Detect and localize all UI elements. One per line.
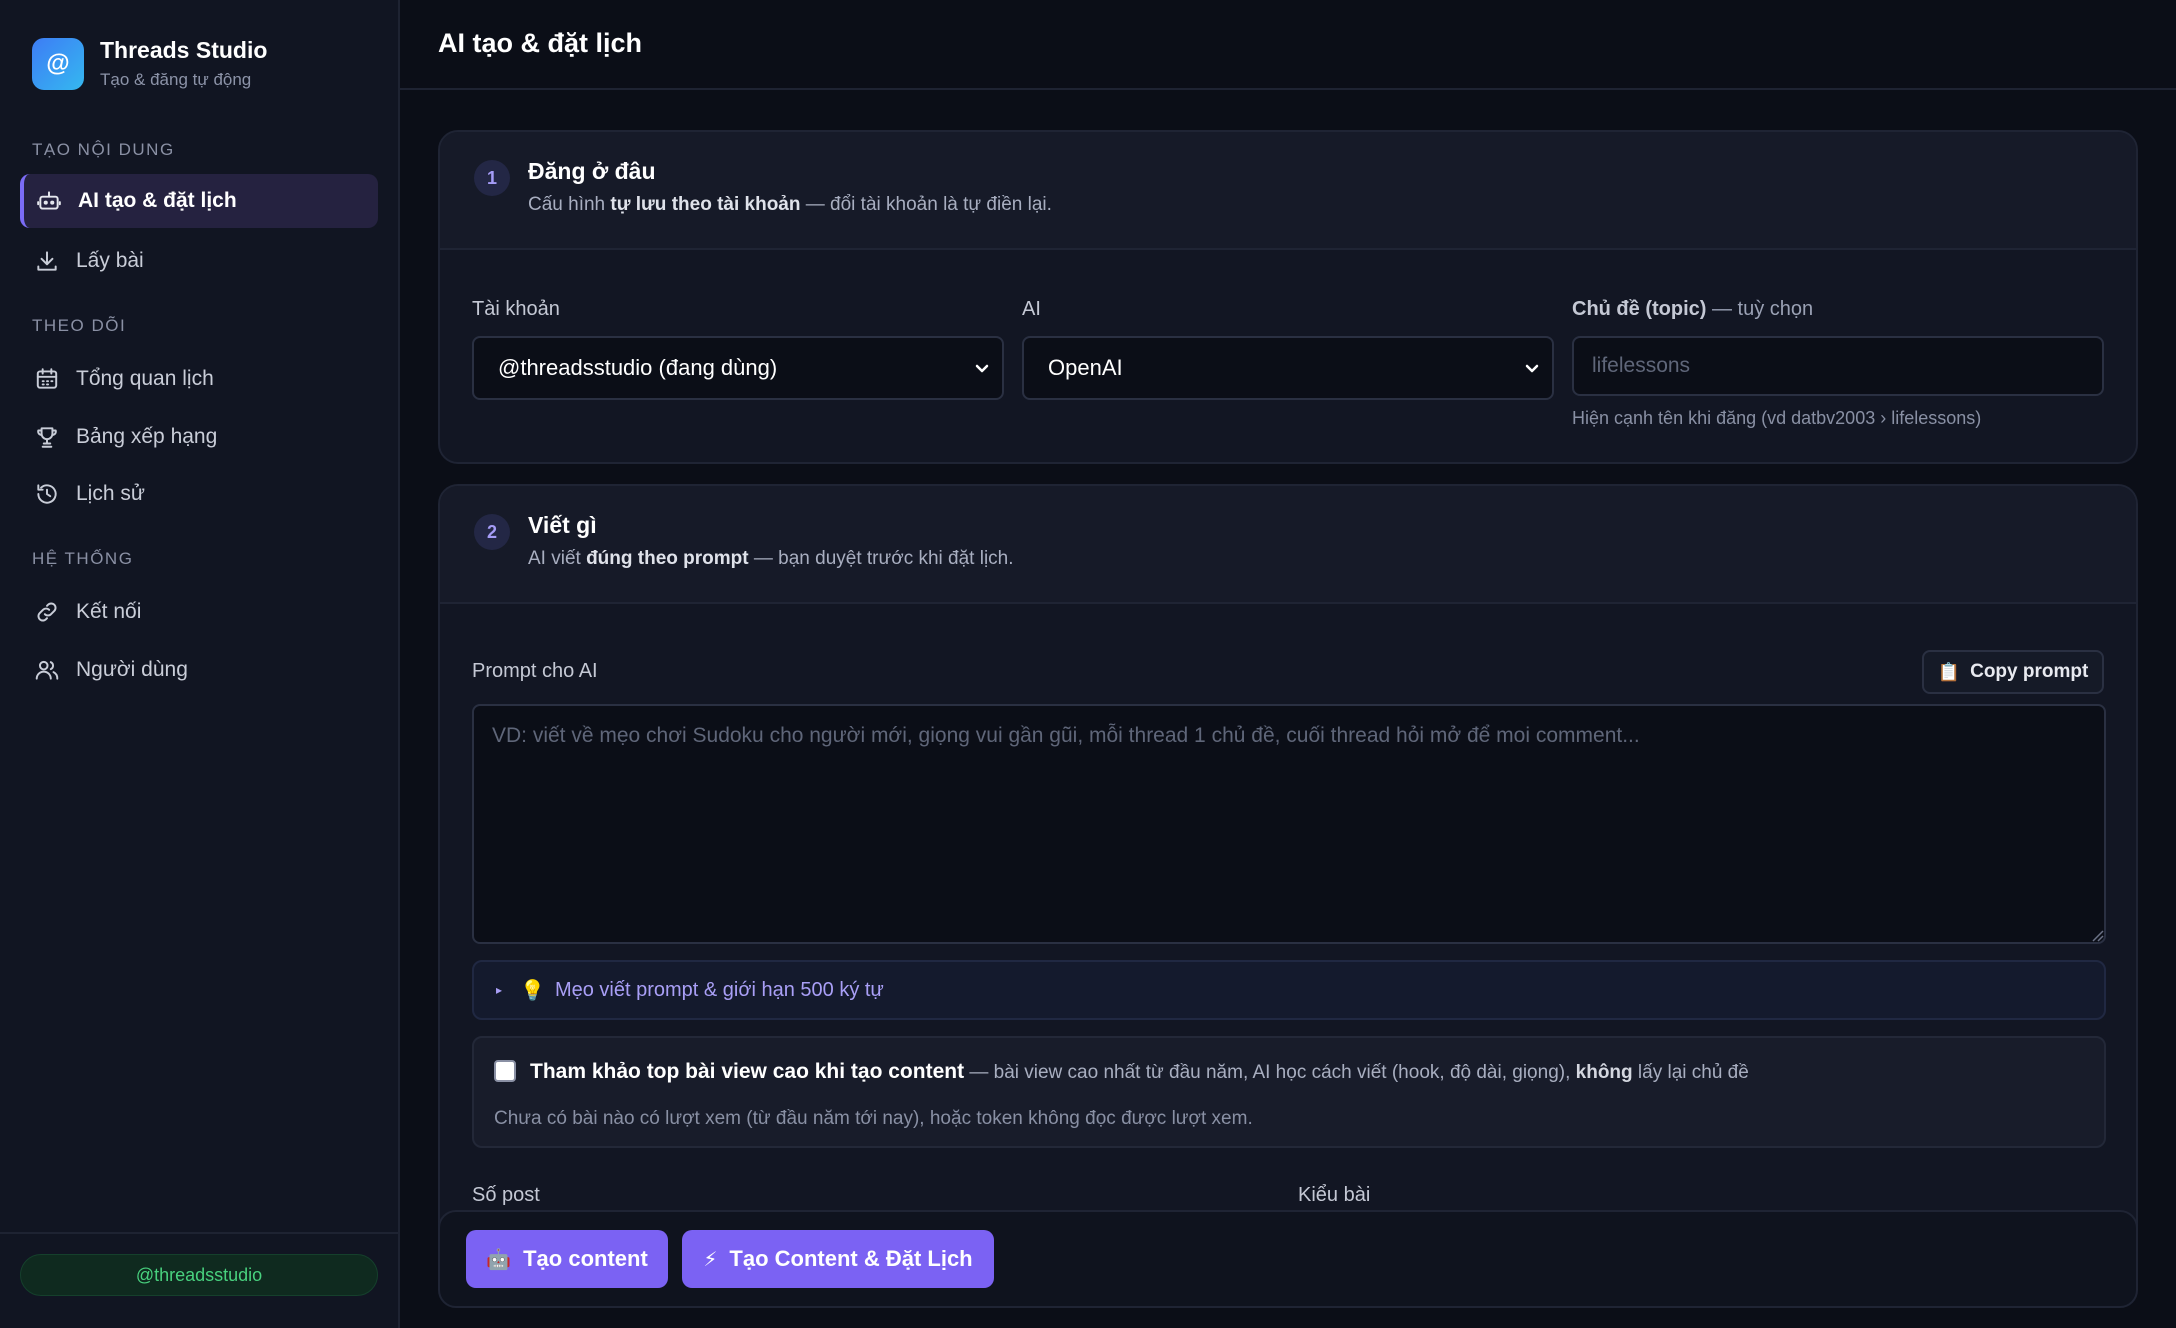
sidebar-item-label: Tổng quan lịch <box>76 367 214 390</box>
sidebar-item-label: AI tạo & đặt lịch <box>78 189 237 212</box>
users-icon <box>35 660 59 680</box>
sidebar-item-label: Kết nối <box>76 600 142 623</box>
step-2-title: Viết gì <box>528 512 597 538</box>
sidebar-item-label: Lịch sử <box>76 482 145 505</box>
brand-subtitle: Tạo & đăng tự động <box>100 70 252 89</box>
step-1-header: 1 Đăng ở đâu Cấu hình tự lưu theo tài kh… <box>440 132 2136 250</box>
step-2-card: 2 Viết gì AI viết đúng theo prompt — bạn… <box>438 484 2138 1244</box>
reference-top-posts-note: Chưa có bài nào có lượt xem (từ đầu năm … <box>494 1108 1253 1129</box>
reference-top-posts-checkbox[interactable] <box>494 1060 516 1082</box>
step-1-subtitle: Cấu hình tự lưu theo tài khoản — đổi tài… <box>528 194 1052 215</box>
section-label-system: HỆ THỐNG <box>32 549 134 568</box>
section-label-track: THEO DÕI <box>32 316 127 335</box>
account-label: Tài khoản <box>472 298 560 320</box>
prompt-tips-label: Mẹo viết prompt & giới hạn 500 ký tự <box>554 978 884 1001</box>
sidebar-item-label: Người dùng <box>76 658 188 681</box>
step-1-title: Đăng ở đâu <box>528 158 656 184</box>
section-label-create: TẠO NỘI DUNG <box>32 140 175 159</box>
topic-input[interactable] <box>1572 336 2104 396</box>
ai-provider-select[interactable]: OpenAI <box>1022 336 1554 400</box>
sidebar-item-connections[interactable]: Kết nối <box>20 585 378 639</box>
sidebar-divider <box>0 1232 398 1234</box>
sidebar-item-label: Lấy bài <box>76 249 144 272</box>
copy-prompt-button[interactable]: 📋 Copy prompt <box>1922 650 2104 694</box>
lightning-icon: ⚡ <box>703 1248 718 1271</box>
link-icon <box>37 602 57 622</box>
calendar-icon <box>36 368 58 389</box>
brand-logo: @ <box>32 38 84 90</box>
sidebar-item-users[interactable]: Người dùng <box>20 643 378 697</box>
topic-label: Chủ đề (topic) — tuỳ chọn <box>1572 298 1814 320</box>
create-content-label: Tạo content <box>523 1246 648 1271</box>
topic-hint: Hiện cạnh tên khi đăng (vd datbv2003 › l… <box>1572 408 1982 428</box>
chevron-down-icon <box>1525 364 1539 373</box>
robot-icon <box>37 191 61 210</box>
download-icon <box>37 251 57 271</box>
create-and-schedule-label: Tạo Content & Đặt Lịch <box>729 1246 973 1271</box>
step-2-header: 2 Viết gì AI viết đúng theo prompt — bạn… <box>440 486 2136 604</box>
page-title: AI tạo & đặt lịch <box>438 28 643 58</box>
action-bar: 🤖 Tạo content ⚡ Tạo Content & Đặt Lịch <box>438 1210 2138 1308</box>
sidebar-item-ai-schedule[interactable]: AI tạo & đặt lịch <box>20 174 378 228</box>
prompt-textarea[interactable] <box>472 704 2106 944</box>
reference-top-posts-option: Tham khảo top bài view cao khi tạo conte… <box>472 1036 2106 1148</box>
step-1-card: 1 Đăng ở đâu Cấu hình tự lưu theo tài kh… <box>438 130 2138 464</box>
account-select[interactable]: @threadsstudio (đang dùng) <box>472 336 1004 400</box>
disclosure-triangle-icon: ▸ <box>496 983 503 997</box>
brand: @ Threads Studio Tạo & đăng tự động <box>32 36 267 92</box>
ai-label: AI <box>1022 298 1041 320</box>
post-count-label: Số post <box>472 1184 540 1206</box>
sidebar-item-history[interactable]: Lịch sử <box>20 467 378 521</box>
create-and-schedule-button[interactable]: ⚡ Tạo Content & Đặt Lịch <box>682 1230 994 1288</box>
history-icon <box>37 484 57 504</box>
sidebar-item-label: Bảng xếp hạng <box>76 425 218 448</box>
sidebar-item-calendar[interactable]: Tổng quan lịch <box>20 352 378 406</box>
top-bar: AI tạo & đặt lịch <box>400 0 2176 90</box>
post-type-label: Kiểu bài <box>1298 1184 1371 1206</box>
copy-prompt-label: Copy prompt <box>1970 661 2089 682</box>
step-2-subtitle: AI viết đúng theo prompt — bạn duyệt trư… <box>528 548 1014 569</box>
trophy-icon <box>37 427 57 448</box>
create-content-button[interactable]: 🤖 Tạo content <box>466 1230 668 1288</box>
clipboard-icon: 📋 <box>1937 661 1961 682</box>
reference-top-posts-label[interactable]: Tham khảo top bài view cao khi tạo conte… <box>530 1060 1749 1084</box>
prompt-tips-toggle[interactable]: ▸ 💡 Mẹo viết prompt & giới hạn 500 ký tự <box>472 960 2106 1020</box>
resize-grip-icon[interactable] <box>2090 928 2104 942</box>
lightbulb-icon: 💡 <box>520 979 545 1002</box>
account-select-value: @threadsstudio (đang dùng) <box>498 355 778 380</box>
ai-select-value: OpenAI <box>1048 355 1123 380</box>
step-number-badge: 2 <box>474 514 510 550</box>
prompt-label: Prompt cho AI <box>472 660 598 682</box>
step-number-badge: 1 <box>474 160 510 196</box>
robot-icon: 🤖 <box>486 1248 512 1271</box>
sidebar: @ Threads Studio Tạo & đăng tự động TẠO … <box>0 0 400 1328</box>
current-user-badge[interactable]: @threadsstudio <box>20 1254 378 1296</box>
sidebar-item-fetch-posts[interactable]: Lấy bài <box>20 234 378 288</box>
sidebar-item-leaderboard[interactable]: Bảng xếp hạng <box>20 410 378 464</box>
brand-title: Threads Studio <box>100 37 268 63</box>
chevron-down-icon <box>975 364 989 373</box>
